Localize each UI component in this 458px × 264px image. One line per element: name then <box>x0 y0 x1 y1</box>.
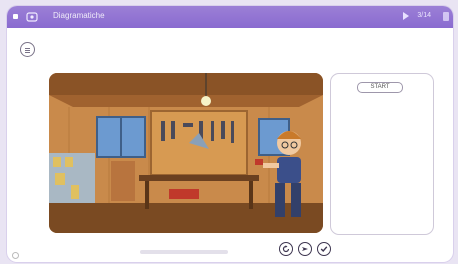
menu-icon-line <box>25 52 30 54</box>
check-button[interactable] <box>317 242 331 256</box>
hint-arrow-icon <box>302 247 308 251</box>
restart-icon <box>282 245 290 253</box>
hint-button[interactable] <box>298 242 312 256</box>
menu-button[interactable] <box>20 42 35 57</box>
title-bar: Diagramatiche 3/14 <box>7 6 453 28</box>
exit-icon[interactable] <box>443 12 449 21</box>
progress-bar <box>140 250 228 254</box>
play-icon[interactable] <box>403 12 409 20</box>
window-title: Diagramatiche <box>53 11 105 20</box>
workshop-illustration <box>49 73 323 233</box>
window-menu-dot[interactable] <box>13 14 18 19</box>
restart-button[interactable] <box>279 242 293 256</box>
check-icon <box>320 246 328 253</box>
exercise-counter: 3/14 <box>417 12 431 19</box>
menu-icon-line <box>25 49 30 51</box>
start-button[interactable]: START <box>357 82 403 93</box>
app-logo-icon <box>26 12 38 22</box>
menu-icon <box>25 47 30 49</box>
answer-panel <box>330 73 434 235</box>
settings-icon[interactable] <box>12 252 19 259</box>
